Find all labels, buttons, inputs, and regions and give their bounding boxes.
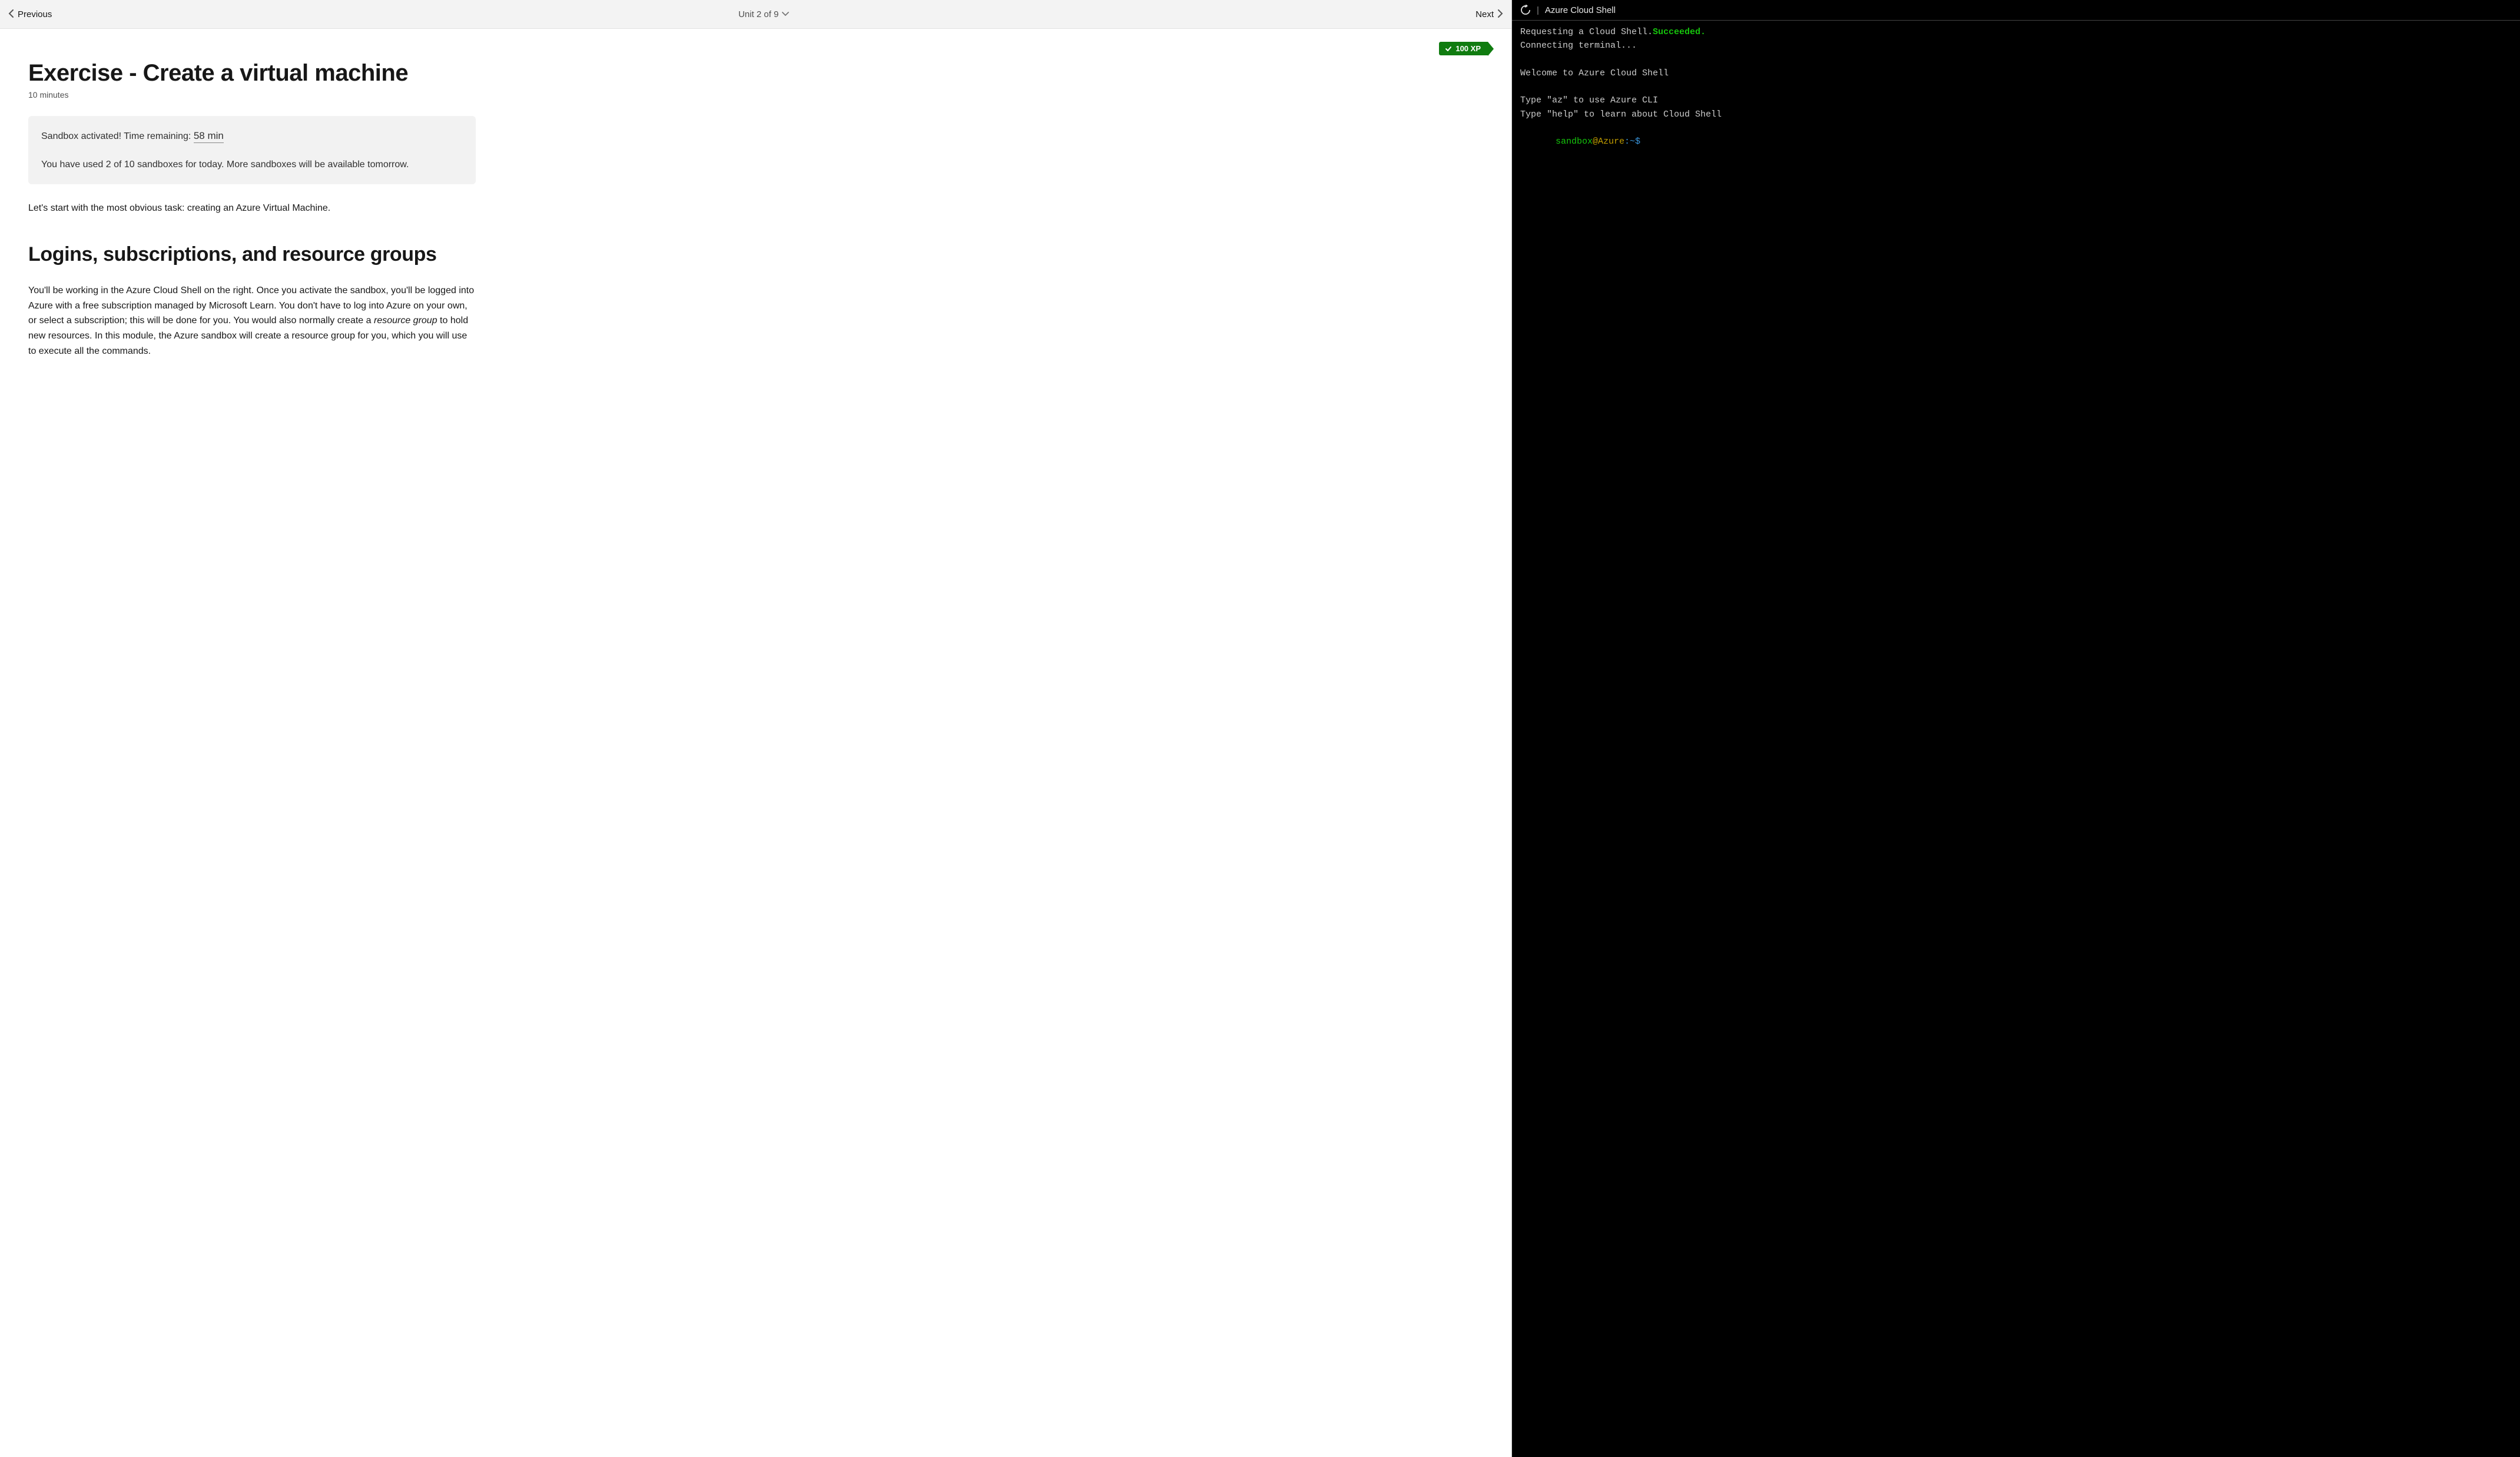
term-line: Type "az" to use Azure CLI: [1520, 95, 1658, 105]
tutorial-pane: Previous Unit 2 of 9 Next: [0, 0, 1512, 1457]
cloud-shell-pane: | Azure Cloud Shell Requesting a Cloud S…: [1512, 0, 2520, 1457]
section-heading-logins: Logins, subscriptions, and resource grou…: [28, 242, 452, 267]
chevron-down-icon: [782, 10, 789, 18]
intro-paragraph: Let's start with the most obvious task: …: [28, 201, 476, 216]
term-line: Type "help" to learn about Cloud Shell: [1520, 109, 1722, 120]
term-line: Connecting terminal...: [1520, 41, 1637, 51]
term-line: Welcome to Azure Cloud Shell: [1520, 68, 1669, 78]
terminal-body[interactable]: Requesting a Cloud Shell.Succeeded. Conn…: [1512, 21, 2520, 1457]
terminal-title: Azure Cloud Shell: [1545, 5, 1616, 15]
xp-badge: 100 XP: [1439, 42, 1488, 55]
duration-label: 10 minutes: [28, 90, 1483, 99]
unit-nav-bar: Previous Unit 2 of 9 Next: [0, 0, 1511, 29]
previous-button[interactable]: Previous: [8, 9, 52, 19]
sandbox-usage-text: You have used 2 of 10 sandboxes for toda…: [41, 157, 463, 172]
refresh-icon[interactable]: [1520, 5, 1531, 15]
previous-label: Previous: [18, 9, 52, 19]
xp-text: 100 XP: [1455, 44, 1481, 53]
sandbox-status-box: Sandbox activated! Time remaining: 58 mi…: [28, 116, 476, 184]
next-button[interactable]: Next: [1475, 9, 1503, 19]
unit-selector[interactable]: Unit 2 of 9: [738, 9, 789, 19]
para-text-em: resource group: [374, 316, 437, 326]
content-scroll[interactable]: 100 XP Exercise - Create a virtual machi…: [0, 29, 1511, 1457]
sandbox-time-remaining: 58 min: [194, 130, 224, 143]
prompt-path: :~$: [1624, 137, 1640, 147]
term-status-succeeded: Succeeded.: [1653, 27, 1706, 37]
term-line: Requesting a Cloud Shell.: [1520, 27, 1653, 37]
page-title: Exercise - Create a virtual machine: [28, 58, 452, 88]
chevron-right-icon: [1497, 9, 1503, 19]
terminal-header: | Azure Cloud Shell: [1512, 0, 2520, 21]
prompt-host: @Azure: [1593, 137, 1624, 147]
sandbox-activated-text: Sandbox activated! Time remaining:: [41, 131, 194, 141]
section-paragraph-logins: You'll be working in the Azure Cloud She…: [28, 283, 476, 359]
check-icon: [1445, 45, 1452, 52]
next-label: Next: [1475, 9, 1494, 19]
unit-label: Unit 2 of 9: [738, 9, 778, 19]
header-divider: |: [1537, 5, 1539, 15]
chevron-left-icon: [8, 9, 14, 19]
prompt-user: sandbox: [1556, 137, 1593, 147]
